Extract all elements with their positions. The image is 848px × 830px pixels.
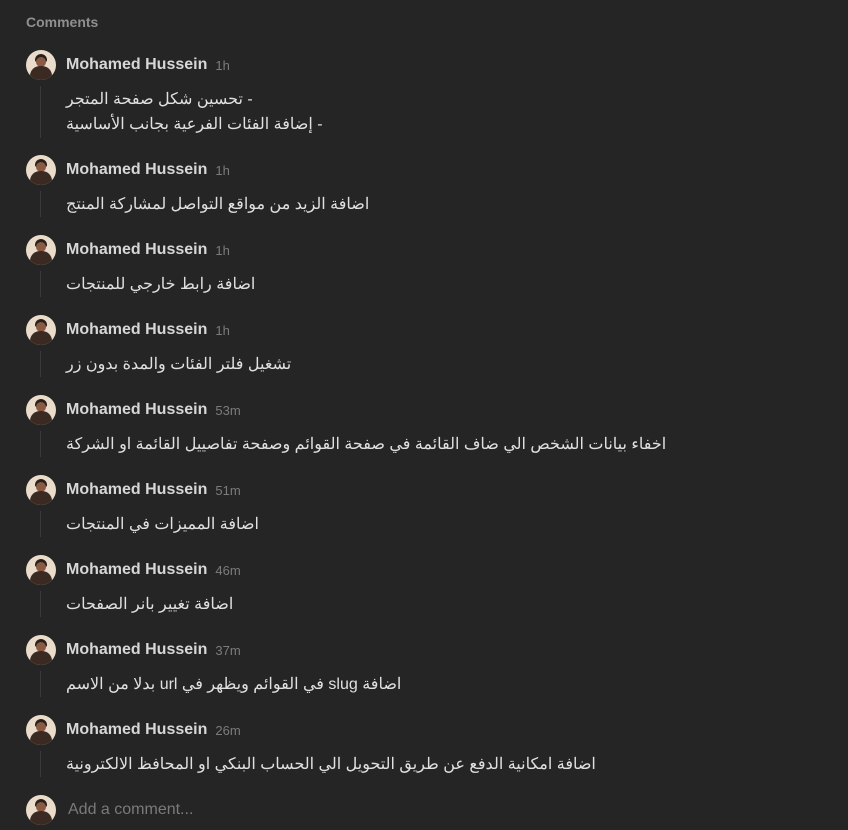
comment-timestamp: 1h bbox=[215, 162, 230, 178]
comment-header: Mohamed Hussein 1h bbox=[26, 155, 230, 185]
thread-line bbox=[40, 591, 41, 617]
comment-author[interactable]: Mohamed Hussein bbox=[66, 481, 207, 499]
avatar[interactable] bbox=[26, 395, 56, 425]
thread-line bbox=[40, 191, 41, 217]
comment-header: Mohamed Hussein 1h bbox=[26, 315, 230, 345]
comment-timestamp: 1h bbox=[215, 322, 230, 338]
comment-header: Mohamed Hussein 53m bbox=[26, 395, 241, 425]
comment-header: Mohamed Hussein 51m bbox=[26, 475, 241, 505]
add-comment-input[interactable] bbox=[66, 797, 770, 823]
comment-timestamp: 1h bbox=[215, 57, 230, 73]
avatar[interactable] bbox=[26, 50, 56, 80]
thread-line bbox=[40, 431, 41, 457]
comment-text: اضافة امكانية الدفع عن طريق التحويل الي … bbox=[66, 756, 596, 773]
comment-author[interactable]: Mohamed Hussein bbox=[66, 161, 207, 179]
comment-text: اضافة رابط خارجي للمنتجات bbox=[66, 276, 256, 293]
thread-line bbox=[40, 351, 41, 377]
comment-header: Mohamed Hussein 46m bbox=[26, 555, 241, 585]
comment-timestamp: 26m bbox=[215, 722, 241, 738]
thread-line bbox=[40, 671, 41, 697]
avatar[interactable] bbox=[26, 475, 56, 505]
comment-author[interactable]: Mohamed Hussein bbox=[66, 561, 207, 579]
avatar[interactable] bbox=[26, 715, 56, 745]
thread-line bbox=[40, 511, 41, 537]
avatar[interactable] bbox=[26, 155, 56, 185]
comment-text-line: - إضافة الفئات الفرعية بجانب الأساسية bbox=[66, 116, 323, 133]
avatar[interactable] bbox=[26, 555, 56, 585]
comment-timestamp: 46m bbox=[215, 562, 241, 578]
comment-header: Mohamed Hussein 1h bbox=[26, 50, 230, 80]
thread-line bbox=[40, 86, 41, 138]
comment-author[interactable]: Mohamed Hussein bbox=[66, 321, 207, 339]
comment-author[interactable]: Mohamed Hussein bbox=[66, 721, 207, 739]
comment-author[interactable]: Mohamed Hussein bbox=[66, 401, 207, 419]
avatar[interactable] bbox=[26, 235, 56, 265]
avatar bbox=[26, 795, 56, 825]
comment-author[interactable]: Mohamed Hussein bbox=[66, 56, 207, 74]
comment-timestamp: 53m bbox=[215, 402, 241, 418]
comment-text: اضافة المميزات في المنتجات bbox=[66, 516, 259, 533]
thread-line bbox=[40, 751, 41, 777]
comment-timestamp: 1h bbox=[215, 242, 230, 258]
comment-text: اخفاء بيانات الشخص الي ضاف القائمة في صف… bbox=[66, 436, 667, 453]
comment-timestamp: 37m bbox=[215, 642, 241, 658]
comment-header: Mohamed Hussein 26m bbox=[26, 715, 241, 745]
add-comment-row bbox=[26, 795, 770, 825]
thread-line bbox=[40, 271, 41, 297]
comment-text: اضافة تغيير بانر الصفحات bbox=[66, 596, 234, 613]
comment-header: Mohamed Hussein 37m bbox=[26, 635, 241, 665]
comment-timestamp: 51m bbox=[215, 482, 241, 498]
comment-text-line: - تحسين شكل صفحة المتجر bbox=[66, 91, 253, 108]
comment-text: تشغيل فلتر الفئات والمدة بدون زر bbox=[66, 356, 292, 373]
comment-text: اضافة الزيد من مواقع التواصل لمشاركة الم… bbox=[66, 196, 370, 213]
comments-header: Comments bbox=[26, 14, 99, 30]
comment-author[interactable]: Mohamed Hussein bbox=[66, 641, 207, 659]
avatar[interactable] bbox=[26, 315, 56, 345]
comment-text: اضافة slug في القوائم ويظهر في url بدلا … bbox=[66, 676, 402, 693]
avatar[interactable] bbox=[26, 635, 56, 665]
comment-header: Mohamed Hussein 1h bbox=[26, 235, 230, 265]
comment-author[interactable]: Mohamed Hussein bbox=[66, 241, 207, 259]
